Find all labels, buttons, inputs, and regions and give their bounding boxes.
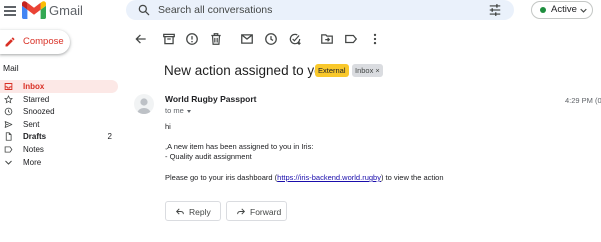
label-icon xyxy=(4,146,13,153)
body-line-2: - Quality audit assignment xyxy=(165,152,252,161)
sidebar-nav: Inbox Starred Snoozed Sent Drafts 2 Note… xyxy=(0,80,118,168)
add-task-icon[interactable] xyxy=(288,32,302,46)
status-label: Active xyxy=(551,4,577,15)
gmail-logo[interactable] xyxy=(22,1,46,19)
compose-button[interactable]: Compose xyxy=(0,30,70,54)
reply-button[interactable]: Reply xyxy=(165,201,221,221)
mark-unread-icon[interactable] xyxy=(240,32,254,46)
sidebar-item-count: 2 xyxy=(107,132,112,142)
message-toolbar xyxy=(128,32,388,48)
inbox-label-badge: Inbox × xyxy=(352,64,383,77)
main-menu-icon[interactable] xyxy=(3,3,17,17)
sidebar-item-label: Drafts xyxy=(23,132,47,142)
sender-name[interactable]: World Rugby Passport xyxy=(165,94,256,104)
reply-icon xyxy=(175,208,184,215)
active-status-dot xyxy=(540,7,546,13)
body-line-3: Please go to your iris dashboard (https:… xyxy=(165,173,443,182)
reply-label: Reply xyxy=(189,207,211,217)
sidebar-item-snoozed[interactable]: Snoozed xyxy=(0,105,118,118)
chevron-down-icon xyxy=(5,160,12,165)
move-to-icon[interactable] xyxy=(320,32,334,46)
send-icon xyxy=(4,120,13,128)
message-timestamp: 4:29 PM (0 xyxy=(565,96,601,105)
message-subject: New action assigned to you xyxy=(164,63,330,78)
app-name: Gmail xyxy=(49,3,83,18)
archive-icon[interactable] xyxy=(162,32,176,46)
star-icon xyxy=(4,94,13,104)
mail-section-label: Mail xyxy=(3,63,19,73)
search-input[interactable] xyxy=(158,1,458,19)
inbox-icon xyxy=(4,83,13,90)
sidebar-item-label: More xyxy=(23,157,42,167)
sidebar-item-label: Snoozed xyxy=(23,107,55,117)
chevron-down-icon xyxy=(580,8,587,13)
sidebar-item-label: Starred xyxy=(23,94,50,104)
body-line-3-prefix: Please go to your iris dashboard ( xyxy=(165,173,278,182)
sidebar-item-notes[interactable]: Notes xyxy=(0,143,118,156)
external-label-badge: External xyxy=(315,64,349,77)
sidebar-item-starred[interactable]: Starred xyxy=(0,93,118,106)
report-spam-icon[interactable] xyxy=(185,32,199,46)
forward-icon xyxy=(237,208,246,215)
dashboard-link[interactable]: https://iris-backend.world.rugby xyxy=(277,173,381,182)
pencil-icon xyxy=(5,37,15,47)
search-options-icon[interactable] xyxy=(488,3,502,17)
remove-label-button[interactable]: × xyxy=(375,66,379,75)
forward-button[interactable]: Forward xyxy=(226,201,287,221)
search-icon[interactable] xyxy=(137,3,151,17)
back-arrow-icon[interactable] xyxy=(134,32,148,46)
snooze-icon[interactable] xyxy=(264,32,278,46)
sidebar-item-sent[interactable]: Sent xyxy=(0,118,118,131)
body-greeting: hi xyxy=(165,122,171,131)
body-line-3-suffix: ) to view the action xyxy=(380,173,444,182)
forward-label: Forward xyxy=(250,207,282,217)
status-selector[interactable]: Active xyxy=(531,1,593,19)
person-icon xyxy=(137,98,151,114)
sender-avatar[interactable] xyxy=(134,94,154,114)
compose-label: Compose xyxy=(23,36,64,47)
clock-icon xyxy=(4,107,13,116)
draft-icon xyxy=(5,132,12,142)
search-bar[interactable] xyxy=(126,0,514,20)
body-line-1: ,A new item has been assigned to you in … xyxy=(165,142,314,151)
sidebar-item-label: Sent xyxy=(23,119,40,129)
label-icon[interactable] xyxy=(344,32,358,46)
recipient-line: to me xyxy=(165,106,191,115)
show-details-icon[interactable] xyxy=(186,109,191,113)
sidebar-item-drafts[interactable]: Drafts 2 xyxy=(0,130,118,143)
delete-icon[interactable] xyxy=(209,32,223,46)
inbox-label-text: Inbox xyxy=(355,66,374,75)
sidebar-item-more[interactable]: More xyxy=(0,156,118,169)
recipient-label: to me xyxy=(165,106,184,115)
sidebar-item-label: Notes xyxy=(23,144,44,154)
more-vert-icon[interactable] xyxy=(368,32,382,46)
top-bar: Gmail Active xyxy=(0,0,601,24)
sidebar-item-inbox[interactable]: Inbox xyxy=(0,80,118,93)
sidebar-item-label: Inbox xyxy=(23,82,45,91)
